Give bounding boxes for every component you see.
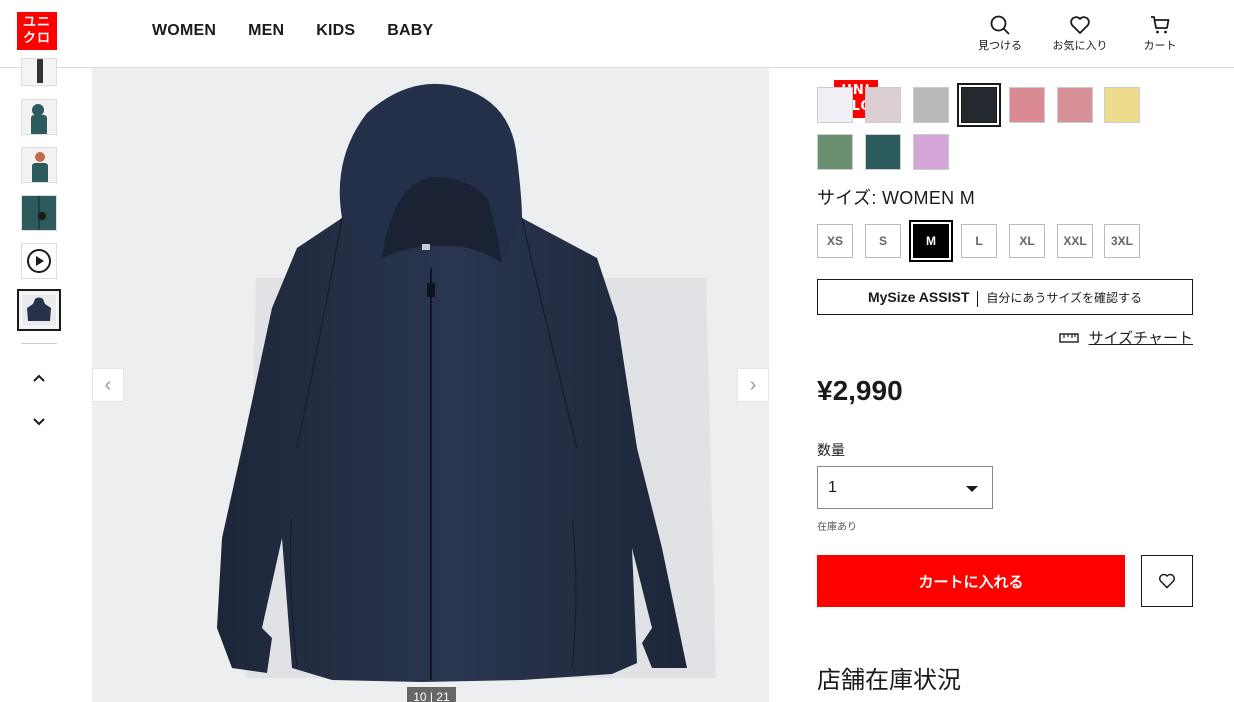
color-swatch[interactable] [1009, 87, 1045, 123]
thumbnail-rail [17, 58, 61, 468]
uniqlo-logo[interactable]: ユニ クロ UNI QLO [17, 12, 878, 118]
thumbnail-selected[interactable] [17, 289, 61, 331]
logo-katakana-box: ユニ クロ [17, 12, 57, 50]
play-icon [27, 249, 51, 273]
image-counter: 10 | 21 [407, 687, 456, 702]
nav-women[interactable]: WOMEN [152, 22, 216, 40]
add-to-favorites-button[interactable] [1141, 555, 1193, 607]
thumbnail-video[interactable] [21, 243, 57, 279]
store-stock-title: 店舗在庫状況 [817, 667, 961, 694]
thumbnail-1[interactable] [21, 58, 57, 86]
model-front-thumbnail-image [22, 148, 56, 182]
color-swatch[interactable] [1057, 87, 1093, 123]
mysize-description: 自分にあうサイズを確認する [986, 290, 1143, 305]
size-option-xxl[interactable]: XXL [1057, 224, 1093, 258]
color-swatch[interactable] [913, 87, 949, 123]
search-label: 見つける [978, 40, 1022, 52]
size-title: サイズ: WOMEN M [817, 188, 976, 208]
image-prev-button[interactable]: ‹ [92, 368, 124, 402]
cart-icon [1151, 16, 1170, 34]
rail-divider [21, 343, 57, 344]
size-option-m[interactable]: M [909, 220, 953, 262]
image-next-button[interactable]: › [737, 368, 769, 402]
color-swatch-selected[interactable] [957, 83, 1001, 127]
chevron-left-icon: ‹ [104, 373, 112, 396]
stock-status: 在庫あり [817, 522, 857, 533]
chevron-right-icon: › [749, 373, 757, 396]
nav-baby[interactable]: BABY [387, 22, 433, 40]
thumbnail-4[interactable] [21, 195, 57, 231]
color-swatch[interactable] [817, 134, 853, 170]
quantity-label: 数量 [817, 442, 845, 458]
header-actions: 見つける お気に入り カート [970, 14, 1190, 53]
add-to-cart-button[interactable]: カートに入れる [817, 555, 1125, 607]
site-header: ユニ クロ UNI QLO WOMEN MEN KIDS BABY 見つける お… [0, 0, 1234, 118]
heart-icon [1070, 16, 1090, 34]
product-main-image: ‹ › 10 | 21 [92, 68, 769, 702]
size-chart-link[interactable]: サイズチャート [1058, 327, 1193, 348]
chevron-down-icon[interactable] [31, 414, 47, 430]
jacket-product-image [217, 83, 716, 682]
model-hood-thumbnail-image [22, 100, 56, 134]
heart-icon [1159, 573, 1175, 589]
caret-down-icon [966, 486, 978, 492]
favorites-label: お気に入り [1052, 40, 1108, 52]
ruler-icon [1058, 332, 1079, 343]
cart-button[interactable]: カート [1130, 14, 1190, 53]
main-nav: WOMEN MEN KIDS BABY [152, 22, 433, 40]
search-icon [990, 15, 1010, 35]
size-option-3xl[interactable]: 3XL [1104, 224, 1140, 258]
quantity-select[interactable]: 1 [817, 466, 993, 509]
color-swatch[interactable] [1104, 87, 1140, 123]
mysize-assist-button[interactable]: MySize ASSIST 自分にあうサイズを確認する [817, 279, 1193, 315]
search-button[interactable]: 見つける [970, 14, 1030, 53]
color-swatch[interactable] [913, 134, 949, 170]
product-price: ¥2,990 [817, 375, 903, 406]
size-chart-label: サイズチャート [1088, 330, 1193, 347]
chevron-up-icon[interactable] [31, 370, 47, 386]
mysize-brand: MySize ASSIST [867, 289, 970, 305]
thumbnail-3[interactable] [21, 147, 57, 183]
model-detail-thumbnail-image [22, 196, 56, 230]
color-swatch[interactable] [865, 87, 901, 123]
thumbnail-2[interactable] [21, 99, 57, 135]
size-option-l[interactable]: L [961, 224, 997, 258]
cart-label: カート [1143, 40, 1177, 52]
nav-men[interactable]: MEN [248, 22, 284, 40]
jacket-thumbnail-image [27, 297, 51, 321]
favorites-button[interactable]: お気に入り [1050, 14, 1110, 53]
quantity-value: 1 [828, 478, 837, 496]
size-option-xl[interactable]: XL [1009, 224, 1045, 258]
size-option-s[interactable]: S [865, 224, 901, 258]
color-swatch[interactable] [865, 134, 901, 170]
size-option-xs[interactable]: XS [817, 224, 853, 258]
model-pants-thumbnail-image [22, 59, 56, 85]
mysize-divider [977, 291, 979, 307]
nav-kids[interactable]: KIDS [316, 22, 355, 40]
color-swatch[interactable] [817, 87, 853, 123]
